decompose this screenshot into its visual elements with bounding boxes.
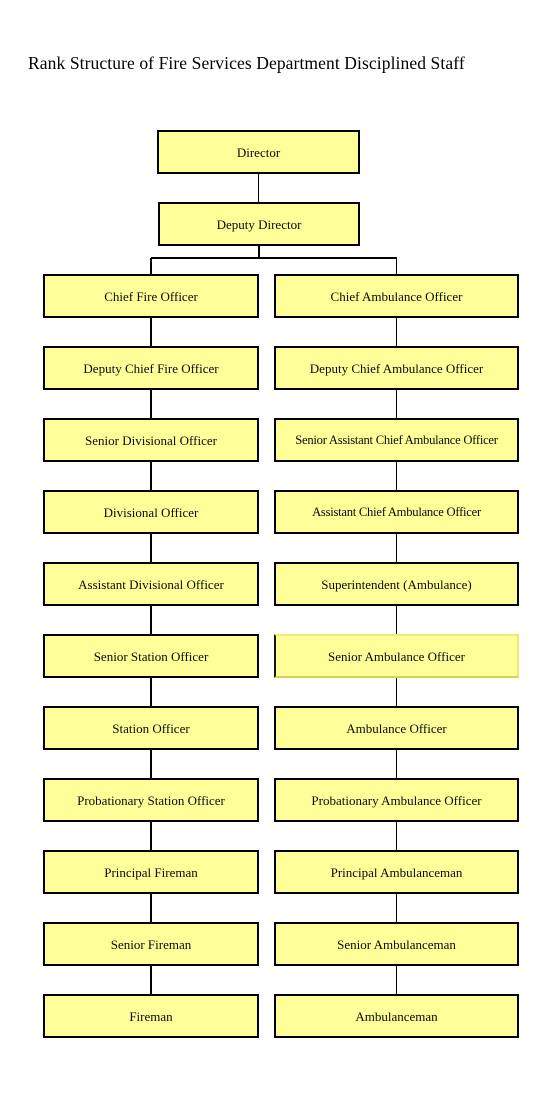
org-node-fire-4[interactable]: Divisional Officer: [43, 490, 259, 534]
connector-branch-stem: [258, 246, 260, 258]
org-node-fire-7[interactable]: Station Officer: [43, 706, 259, 750]
org-node-label: Assistant Chief Ambulance Officer: [312, 504, 481, 519]
connector-amb-7-to-amb-8: [395, 750, 398, 778]
connector-fire-1-to-fire-2: [150, 318, 152, 346]
org-node-label: Ambulanceman: [355, 1008, 438, 1024]
org-node-label: Senior Ambulance Officer: [328, 648, 465, 664]
org-node-label: Superintendent (Ambulance): [321, 576, 472, 592]
org-node-fire-2[interactable]: Deputy Chief Fire Officer: [43, 346, 259, 390]
connector-fire-7-to-fire-8: [150, 750, 152, 778]
org-node-label: Deputy Chief Fire Officer: [83, 360, 219, 376]
org-node-label: Director: [236, 144, 281, 160]
org-node-label: Senior Station Officer: [93, 648, 209, 664]
org-node-fire-1[interactable]: Chief Fire Officer: [43, 274, 259, 318]
org-node-label: Senior Fireman: [110, 936, 192, 952]
org-node-amb-5[interactable]: Superintendent (Ambulance): [274, 562, 519, 606]
org-node-fire-5[interactable]: Assistant Divisional Officer: [43, 562, 259, 606]
org-node-amb-8[interactable]: Probationary Ambulance Officer: [274, 778, 519, 822]
org-node-label: Divisional Officer: [103, 504, 199, 520]
org-node-fire-11[interactable]: Fireman: [43, 994, 259, 1038]
connector-fire-6-to-fire-7: [150, 678, 152, 706]
org-node-amb-3[interactable]: Senior Assistant Chief Ambulance Officer: [274, 418, 519, 462]
org-node-director[interactable]: Director: [157, 130, 360, 174]
org-node-amb-1[interactable]: Chief Ambulance Officer: [274, 274, 519, 318]
connector-branch-drop: [150, 258, 152, 274]
org-node-fire-6[interactable]: Senior Station Officer: [43, 634, 259, 678]
org-node-label: Senior Ambulanceman: [337, 936, 456, 952]
connector-amb-1-to-amb-2: [395, 318, 398, 346]
connector-branch-bar: [151, 257, 397, 259]
org-node-amb-6[interactable]: Senior Ambulance Officer: [274, 634, 519, 678]
connector-amb-2-to-amb-3: [395, 390, 398, 418]
org-node-label: Senior Divisional Officer: [85, 432, 217, 448]
org-node-label: Deputy Chief Ambulance Officer: [309, 360, 484, 376]
org-node-label: Chief Fire Officer: [104, 288, 198, 304]
connector-amb-6-to-amb-7: [395, 678, 398, 706]
org-chart-canvas: Rank Structure of Fire Services Departme…: [0, 0, 550, 1100]
connector-fire-4-to-fire-5: [150, 534, 152, 562]
org-node-label: Chief Ambulance Officer: [330, 288, 463, 304]
org-node-label: Senior Assistant Chief Ambulance Officer: [295, 432, 498, 447]
org-node-label: Principal Ambulanceman: [330, 864, 463, 880]
org-node-label: Station Officer: [112, 720, 190, 736]
connector-fire-3-to-fire-4: [150, 462, 152, 490]
connector-fire-9-to-fire-10: [150, 894, 152, 922]
org-node-label: Fireman: [129, 1008, 173, 1024]
connector-branch-drop: [395, 258, 398, 274]
org-node-amb-2[interactable]: Deputy Chief Ambulance Officer: [274, 346, 519, 390]
connector-amb-3-to-amb-4: [395, 462, 398, 490]
connector-fire-5-to-fire-6: [150, 606, 152, 634]
org-node-fire-8[interactable]: Probationary Station Officer: [43, 778, 259, 822]
org-node-amb-11[interactable]: Ambulanceman: [274, 994, 519, 1038]
connector-fire-8-to-fire-9: [150, 822, 152, 850]
org-node-label: Deputy Director: [216, 216, 302, 232]
org-node-label: Assistant Divisional Officer: [78, 576, 224, 592]
org-node-fire-3[interactable]: Senior Divisional Officer: [43, 418, 259, 462]
connector-amb-4-to-amb-5: [395, 534, 398, 562]
org-node-deputy-director[interactable]: Deputy Director: [158, 202, 360, 246]
org-node-amb-10[interactable]: Senior Ambulanceman: [274, 922, 519, 966]
org-node-amb-4[interactable]: Assistant Chief Ambulance Officer: [274, 490, 519, 534]
org-node-label: Principal Fireman: [104, 864, 198, 880]
connector-amb-9-to-amb-10: [395, 894, 398, 922]
org-node-label: Ambulance Officer: [346, 720, 447, 736]
connector-amb-8-to-amb-9: [395, 822, 398, 850]
org-node-label: Probationary Ambulance Officer: [311, 792, 482, 808]
connector-amb-5-to-amb-6: [395, 606, 398, 634]
org-node-label: Probationary Station Officer: [77, 792, 225, 808]
connector-director-to-deputy-director: [257, 174, 260, 202]
connector-fire-2-to-fire-3: [150, 390, 152, 418]
connector-fire-10-to-fire-11: [150, 966, 152, 994]
org-node-fire-10[interactable]: Senior Fireman: [43, 922, 259, 966]
org-node-fire-9[interactable]: Principal Fireman: [43, 850, 259, 894]
org-node-amb-9[interactable]: Principal Ambulanceman: [274, 850, 519, 894]
connector-amb-10-to-amb-11: [395, 966, 398, 994]
org-node-amb-7[interactable]: Ambulance Officer: [274, 706, 519, 750]
